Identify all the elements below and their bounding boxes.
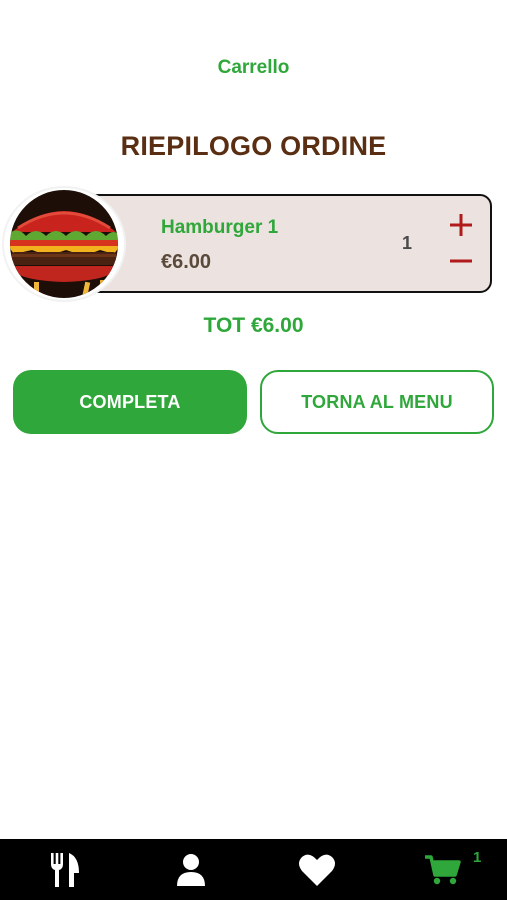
tab-profile[interactable] [146,839,236,900]
complete-order-button[interactable]: COMPLETA [13,370,247,434]
item-price: €6.00 [161,251,212,273]
increase-quantity-button[interactable] [448,212,474,238]
tab-bar [0,839,507,900]
order-summary-title: RIEPILOGO ORDINE [120,131,387,161]
page-title: Carrello [217,57,290,78]
heart-icon [299,854,335,886]
plus-icon [450,214,472,236]
item-image [4,188,124,300]
item-name: Hamburger 1 [161,217,279,238]
cart-icon [425,854,461,884]
minus-icon [450,259,472,263]
decrease-quantity-button[interactable] [448,248,474,274]
tab-favorites[interactable] [272,839,362,900]
cart-badge: 1 [473,849,482,866]
cart-item-card [72,194,492,293]
fork-knife-icon [51,852,79,887]
tab-menu[interactable] [20,839,110,900]
user-icon [177,853,205,886]
item-quantity: 1 [401,233,412,253]
back-to-menu-button[interactable]: TORNA AL MENU [260,370,494,434]
order-total: TOT €6.00 [203,314,304,337]
